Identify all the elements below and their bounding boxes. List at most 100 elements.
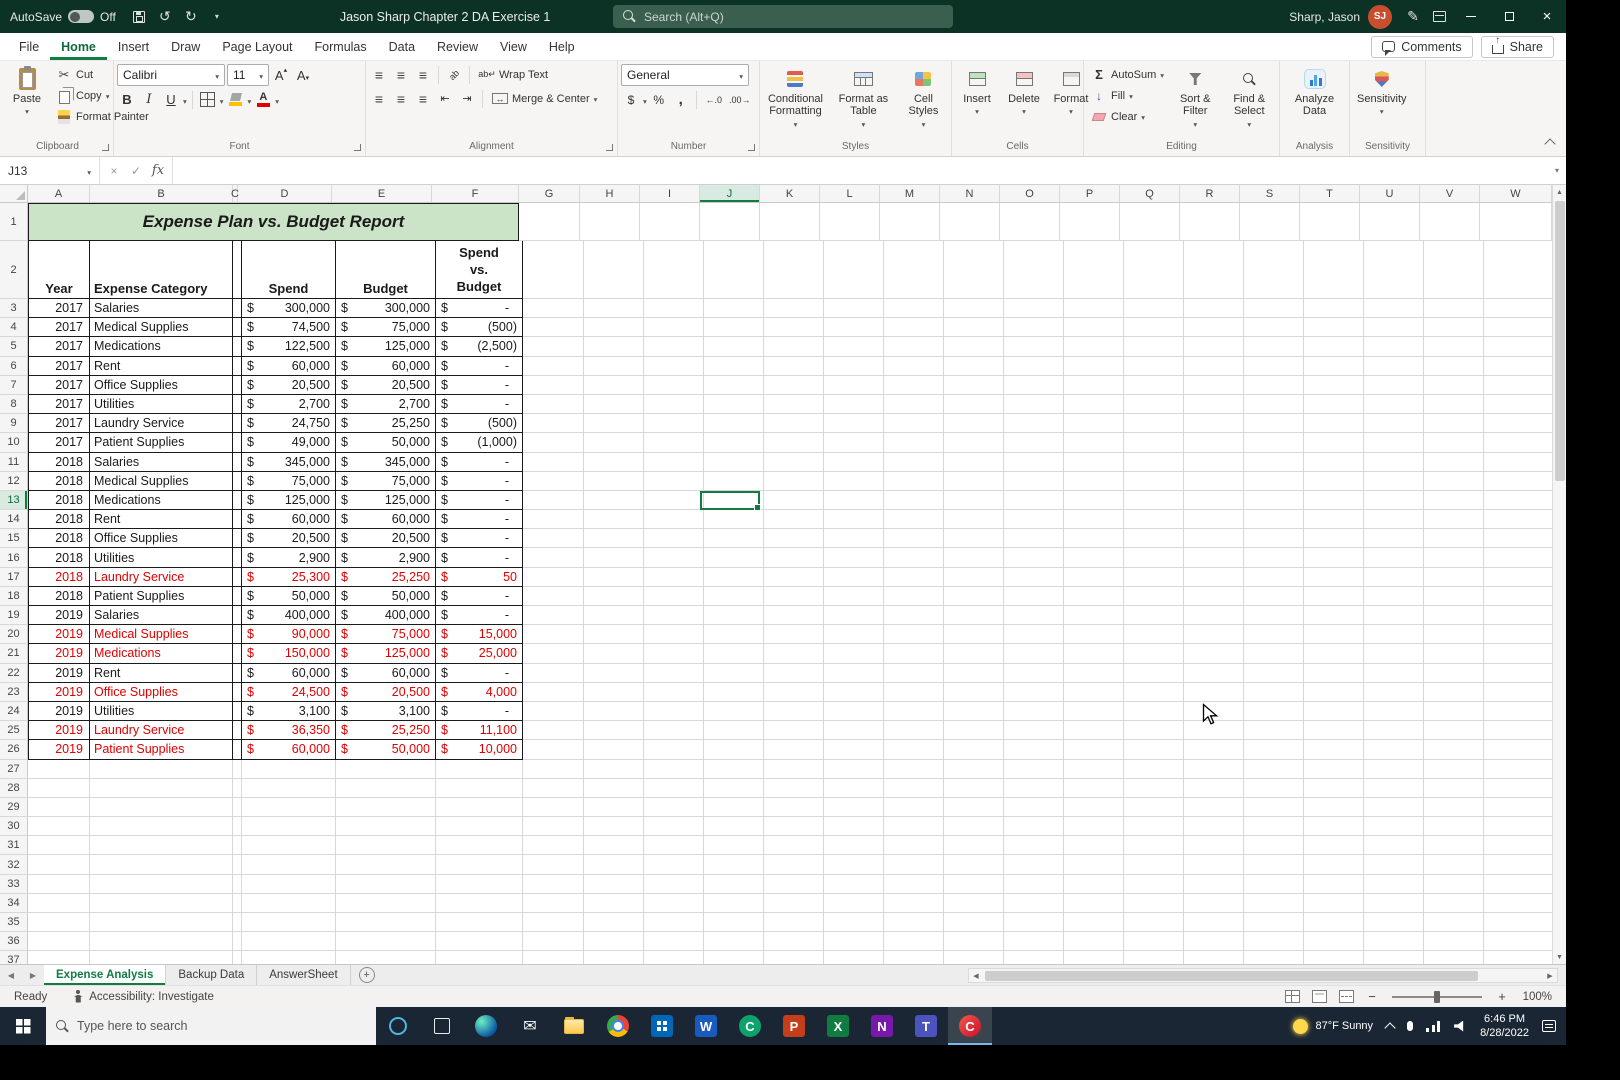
spend-cell[interactable]: $60,000: [242, 356, 336, 376]
grid[interactable]: ABCDEFGHIJKLMNOPQRSTUVW 1 Expense Plan vs…: [0, 185, 1552, 964]
grid-cell[interactable]: [233, 510, 242, 530]
sheet-tab-backup-data[interactable]: Backup Data: [166, 965, 258, 985]
grid-cell[interactable]: [1004, 817, 1064, 837]
grid-cell[interactable]: [644, 241, 704, 299]
grid-cell[interactable]: [940, 203, 1000, 241]
grid-cell[interactable]: [28, 855, 90, 875]
grid-cell[interactable]: [436, 913, 523, 933]
percent-style-button[interactable]: [649, 89, 669, 110]
spend-cell[interactable]: $125,000: [242, 490, 336, 511]
category-cell[interactable]: Laundry Service: [90, 414, 233, 434]
grid-cell[interactable]: [242, 778, 336, 798]
var-cell[interactable]: $4,000: [436, 682, 523, 702]
grid-cell[interactable]: [1304, 414, 1364, 434]
column-header-G[interactable]: G: [519, 185, 580, 202]
taskbar-clock[interactable]: 6:46 PM 8/28/2022: [1480, 1012, 1529, 1041]
grid-cell[interactable]: [90, 759, 233, 779]
var-cell[interactable]: $ -: [436, 490, 523, 511]
grid-cell[interactable]: [28, 932, 90, 952]
category-cell[interactable]: Medical Supplies: [90, 318, 233, 338]
grid-cell[interactable]: [1364, 663, 1424, 683]
grid-cell[interactable]: [1244, 414, 1304, 434]
grid-cell[interactable]: [704, 932, 764, 952]
category-cell[interactable]: Salaries: [90, 299, 233, 319]
grid-cell[interactable]: [884, 701, 944, 722]
grid-cell[interactable]: [90, 855, 233, 875]
grid-cell[interactable]: [824, 548, 884, 568]
grid-cell[interactable]: [233, 836, 242, 856]
grid-cell[interactable]: [584, 913, 644, 933]
grid-cell[interactable]: [644, 375, 704, 395]
var-cell[interactable]: $ (1,000): [436, 433, 523, 453]
column-header-P[interactable]: P: [1060, 185, 1120, 202]
grid-cell[interactable]: [944, 721, 1004, 741]
spend-cell[interactable]: $300,000: [242, 299, 336, 319]
year-cell[interactable]: 2019: [28, 721, 90, 741]
grid-cell[interactable]: [764, 414, 824, 434]
grid-cell[interactable]: [523, 893, 584, 913]
grid-cell[interactable]: [764, 740, 824, 760]
column-header-M[interactable]: M: [880, 185, 940, 202]
middle-align-button[interactable]: [391, 64, 411, 85]
budget-cell[interactable]: $75,000: [336, 318, 436, 338]
grid-cell[interactable]: [1064, 529, 1124, 549]
grid-cell[interactable]: [1004, 893, 1064, 913]
grid-cell[interactable]: [764, 337, 824, 357]
grid-cell[interactable]: [764, 318, 824, 338]
grid-cell[interactable]: [1124, 375, 1184, 395]
tab-file[interactable]: File: [8, 33, 50, 60]
grid-cell[interactable]: [1364, 337, 1424, 357]
grid-cell[interactable]: [1004, 625, 1064, 645]
grid-cell[interactable]: [1004, 529, 1064, 549]
grid-cell[interactable]: [1064, 299, 1124, 319]
grid-cell[interactable]: [1364, 836, 1424, 856]
row-header-19[interactable]: 19: [0, 606, 28, 626]
spend-cell[interactable]: $24,750: [242, 414, 336, 434]
row-header-34[interactable]: 34: [0, 893, 28, 913]
grid-cell[interactable]: [704, 836, 764, 856]
grid-cell[interactable]: [523, 510, 584, 530]
grid-cell[interactable]: [1064, 797, 1124, 818]
insert-function-icon[interactable]: fx: [148, 163, 168, 178]
grid-cell[interactable]: [1304, 817, 1364, 837]
select-all-corner[interactable]: [0, 185, 28, 202]
var-cell[interactable]: $25,000: [436, 644, 523, 664]
grid-cell[interactable]: [764, 567, 824, 587]
grid-cell[interactable]: [1304, 586, 1364, 606]
grid-cell[interactable]: [1244, 644, 1304, 664]
close-button[interactable]: [1528, 0, 1566, 33]
grid-cell[interactable]: [584, 394, 644, 415]
grid-cell[interactable]: [233, 241, 242, 299]
grid-cell[interactable]: [1244, 318, 1304, 338]
grid-cell[interactable]: [824, 510, 884, 530]
grid-cell[interactable]: [1064, 874, 1124, 894]
grid-cell[interactable]: [28, 817, 90, 837]
grid-cell[interactable]: [704, 452, 764, 472]
sheet-tab-answersheet[interactable]: AnswerSheet: [257, 965, 351, 985]
grid-cell[interactable]: [1424, 721, 1484, 741]
grid-cell[interactable]: [584, 759, 644, 779]
grid-cell[interactable]: [1304, 471, 1364, 491]
grid-cell[interactable]: [1424, 510, 1484, 530]
grid-cell[interactable]: [644, 548, 704, 568]
grid-cell[interactable]: [1484, 299, 1552, 319]
taskbar-app-task-view[interactable]: [420, 1007, 464, 1045]
grid-cell[interactable]: [1124, 606, 1184, 626]
grid-cell[interactable]: [884, 548, 944, 568]
grid-cell[interactable]: [1124, 951, 1184, 964]
grid-cell[interactable]: [1424, 893, 1484, 913]
grid-cell[interactable]: [336, 778, 436, 798]
grid-cell[interactable]: [1304, 663, 1364, 683]
grid-cell[interactable]: [1420, 203, 1480, 241]
grid-cell[interactable]: [242, 817, 336, 837]
grid-cell[interactable]: [1304, 740, 1364, 760]
grid-cell[interactable]: [1004, 241, 1064, 299]
category-cell[interactable]: Laundry Service: [90, 567, 233, 587]
row-header-4[interactable]: 4: [0, 318, 28, 338]
grid-cell[interactable]: [884, 682, 944, 702]
grid-cell[interactable]: [1124, 625, 1184, 645]
grid-cell[interactable]: [1064, 433, 1124, 453]
grid-cell[interactable]: [1064, 586, 1124, 606]
grid-cell[interactable]: [644, 433, 704, 453]
grid-cell[interactable]: [1364, 548, 1424, 568]
